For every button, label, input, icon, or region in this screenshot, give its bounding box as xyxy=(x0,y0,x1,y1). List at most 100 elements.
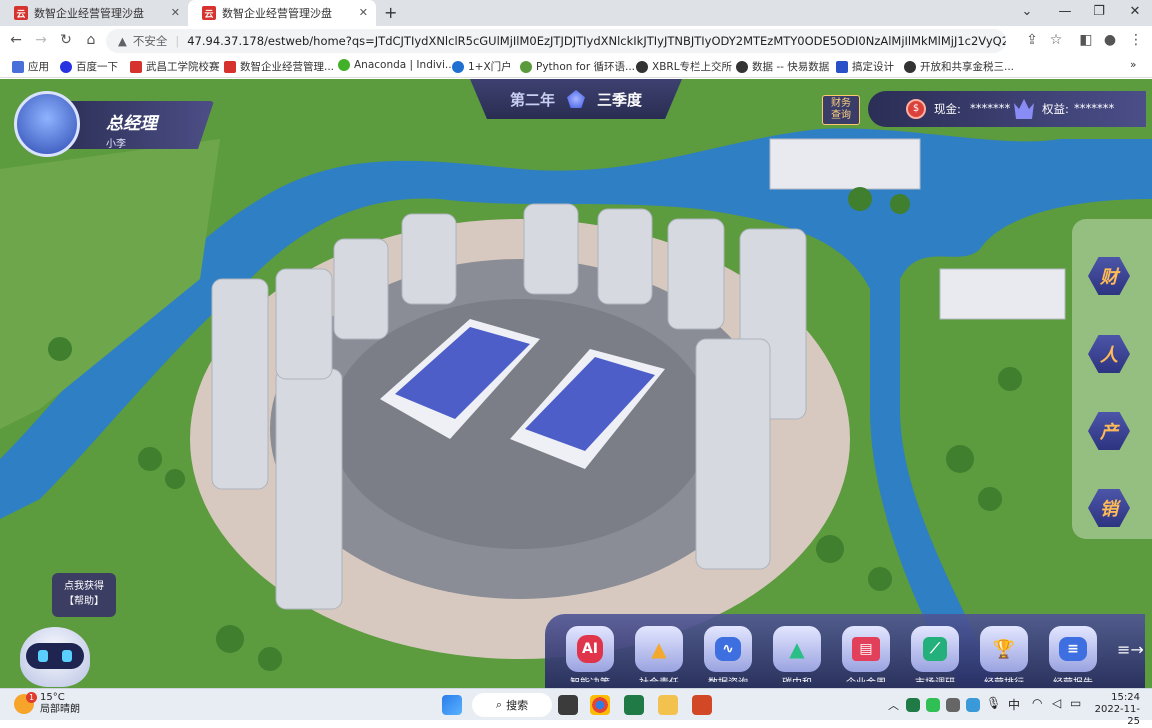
dock-data-consult[interactable]: ∿ 数据资询 xyxy=(703,626,753,682)
app-favicon-icon: 云 xyxy=(14,6,28,20)
url-text: 47.94.37.178/estweb/home?qs=JTdCJTIydXNl… xyxy=(187,34,1006,48)
dock-carbon-neutral[interactable]: ▲ 碳中和 xyxy=(772,626,822,682)
chrome-icon[interactable] xyxy=(590,695,610,715)
quarter-label: 三季度 xyxy=(597,90,643,109)
sidebar-icon[interactable]: ◧ xyxy=(1076,32,1096,48)
wechat-icon[interactable] xyxy=(926,698,940,712)
forward-icon[interactable]: → xyxy=(31,32,51,48)
player-card[interactable]: 总经理 小李 xyxy=(14,91,214,157)
browser-menu-icon[interactable]: ⋮ xyxy=(1126,32,1146,48)
battery-icon[interactable]: ▭ xyxy=(1070,696,1081,710)
office-building xyxy=(939,268,1066,320)
dock-collapse-icon[interactable]: ≡→ xyxy=(1117,640,1144,659)
tab-search-button[interactable]: ⌄ xyxy=(1012,4,1042,19)
windows-start-icon[interactable] xyxy=(442,695,462,715)
dock-enterprise[interactable]: ▤ 企业金周 xyxy=(841,626,891,682)
site-icon xyxy=(520,60,532,73)
bookmark-item[interactable]: 数智企业经营管理... xyxy=(224,59,334,74)
taskbar-search[interactable]: ⌕ 搜索 xyxy=(472,693,552,717)
tower xyxy=(695,338,771,570)
temperature: 15°C xyxy=(40,692,65,703)
robot-eye xyxy=(62,650,72,662)
bookmark-item[interactable]: 开放和共享金税三... xyxy=(904,59,1014,74)
share-icon[interactable]: ⇪ xyxy=(1022,32,1042,48)
hr-menu-button[interactable]: 人 xyxy=(1088,335,1130,373)
bookmark-item[interactable]: Anaconda | Indivi... xyxy=(338,59,455,71)
dock-ranking[interactable]: 🏆 经营排行 xyxy=(979,626,1029,682)
task-view-icon[interactable] xyxy=(558,695,578,715)
gem-icon xyxy=(567,90,585,108)
equity-value: ******* xyxy=(1074,101,1115,115)
anaconda-icon xyxy=(338,59,350,71)
sales-menu-button[interactable]: 销 xyxy=(1088,489,1130,527)
volume-icon[interactable]: ◁ xyxy=(1052,696,1061,710)
tab-active[interactable]: 云 数智企业经营管理沙盘 ✕ xyxy=(188,0,376,26)
file-explorer-icon[interactable] xyxy=(658,695,678,715)
trophy-icon: 🏆 xyxy=(980,626,1028,672)
profile-icon[interactable]: ● xyxy=(1100,32,1120,48)
bookmark-apps[interactable]: 应用 xyxy=(12,59,49,74)
avatar[interactable] xyxy=(14,91,80,157)
production-menu-button[interactable]: 产 xyxy=(1088,412,1130,450)
lotus-icon: ▲ xyxy=(635,626,683,672)
ime-indicator[interactable]: 中 xyxy=(1008,696,1020,713)
back-icon[interactable]: ← xyxy=(6,32,26,48)
minimize-button[interactable]: — xyxy=(1050,4,1080,19)
bookmark-item[interactable]: 数据 -- 快易数据 xyxy=(736,59,829,74)
site-icon xyxy=(130,60,142,73)
bookmark-item[interactable]: 搞定设计 xyxy=(836,59,894,74)
tray-app-icon[interactable] xyxy=(906,698,920,712)
address-bar[interactable]: ▲ 不安全 | 47.94.37.178/estweb/home?qs=JTdC… xyxy=(106,29,1006,53)
bookmark-star-icon[interactable]: ☆ xyxy=(1046,32,1066,48)
finance-menu-button[interactable]: 财 xyxy=(1088,257,1130,295)
clock[interactable]: 15:24 2022-11-25 xyxy=(1092,692,1140,728)
finance-query-button[interactable]: 财务 查询 xyxy=(822,95,860,125)
app-favicon-icon: 云 xyxy=(202,6,216,20)
tower xyxy=(523,203,579,295)
tray-expand-icon[interactable]: ︿ xyxy=(888,697,899,713)
cash-value: ******* xyxy=(970,101,1011,115)
tower xyxy=(333,238,389,340)
microphone-icon[interactable]: 🎙 xyxy=(986,696,1001,710)
tab-inactive[interactable]: 云 数智企业经营管理沙盘 ✕ xyxy=(0,0,188,26)
bookmark-item[interactable]: Python for 循环语... xyxy=(520,59,635,74)
tower xyxy=(401,213,457,305)
assets-bar: $ 现金: ******* 权益: ******* xyxy=(868,91,1146,127)
pulse-icon: ∿ xyxy=(704,626,752,672)
bookmark-item[interactable]: 百度一下 xyxy=(60,59,118,74)
dock-report[interactable]: ≡ 经营报告 xyxy=(1048,626,1098,682)
function-dock: AI 智能决策 ▲ 社会责任 ∿ 数据资询 ▲ 碳中和 ▤ 企业金周 ⟋ 市场调… xyxy=(545,614,1145,688)
cash-label: 现金: xyxy=(934,102,961,116)
dock-social-responsibility[interactable]: ▲ 社会责任 xyxy=(634,626,684,682)
bookmark-item[interactable]: 武昌工学院校赛 xyxy=(130,59,220,74)
robot-assistant-icon[interactable] xyxy=(20,627,90,687)
dock-market-research[interactable]: ⟋ 市场调研 xyxy=(910,626,960,682)
close-tab-icon[interactable]: ✕ xyxy=(171,6,180,19)
tray-app-icon[interactable] xyxy=(946,698,960,712)
more-bookmarks-button[interactable]: » xyxy=(1130,59,1136,71)
baidu-icon xyxy=(60,60,72,73)
robot-eye xyxy=(38,650,48,662)
search-icon: ⌕ xyxy=(495,698,503,711)
bookmark-item[interactable]: XBRL专栏上交所 xyxy=(636,59,732,74)
wifi-icon[interactable]: ◠ xyxy=(1032,696,1042,710)
excel-icon[interactable] xyxy=(624,695,644,715)
powerpoint-icon[interactable] xyxy=(692,695,712,715)
tray-app-icon[interactable] xyxy=(966,698,980,712)
help-bubble[interactable]: 点我获得 【帮助】 xyxy=(52,573,116,617)
new-tab-button[interactable]: + xyxy=(384,3,397,22)
city-scene xyxy=(0,79,1152,688)
player-name: 小李 xyxy=(106,139,126,150)
bookmark-item[interactable]: 1+X门户 xyxy=(452,59,512,74)
cash-icon: $ xyxy=(906,99,926,119)
close-window-button[interactable]: ✕ xyxy=(1120,4,1150,19)
weather-widget[interactable]: 1 15°C 局部晴朗 xyxy=(14,692,80,716)
home-icon[interactable]: ⌂ xyxy=(81,32,101,48)
dock-ai-decision[interactable]: AI 智能决策 xyxy=(565,626,615,682)
time: 15:24 xyxy=(1111,692,1140,703)
ai-icon: AI xyxy=(566,626,614,672)
reload-icon[interactable]: ↻ xyxy=(56,32,76,48)
restore-button[interactable]: ❐ xyxy=(1084,4,1114,19)
message-icon: ≡ xyxy=(1049,626,1097,672)
close-tab-icon[interactable]: ✕ xyxy=(359,6,368,19)
